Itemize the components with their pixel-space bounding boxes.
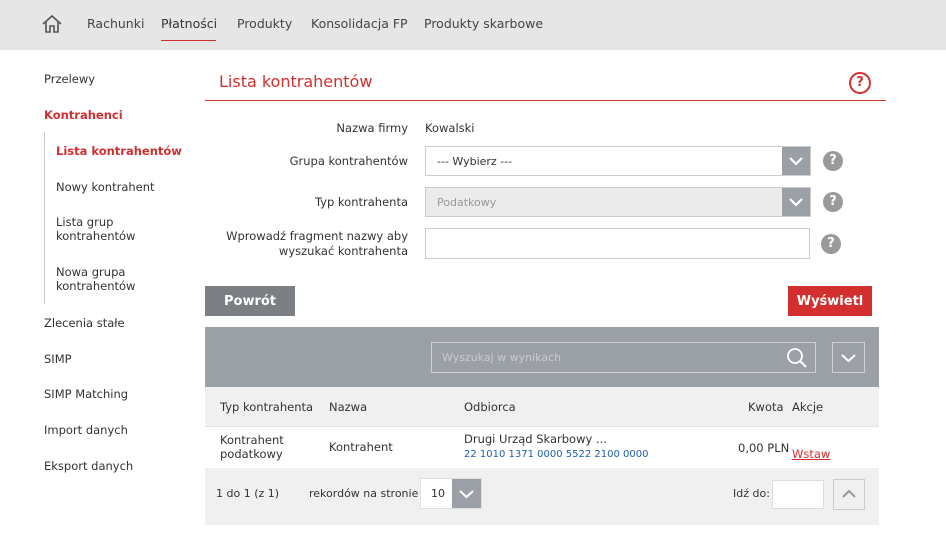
column-header-actions: Akcje [792, 400, 824, 414]
active-tab-indicator [161, 40, 216, 41]
column-header-recipient[interactable]: Odbiorca [464, 400, 516, 414]
page-title: Lista kontrahentów [219, 72, 373, 91]
group-select[interactable]: --- Wybierz --- [425, 146, 811, 176]
contractor-search-input[interactable] [425, 228, 810, 259]
grid-search-placeholder: Wyszukaj w wynikach [442, 351, 562, 364]
search-icon[interactable] [785, 346, 809, 370]
chevron-down-icon[interactable] [782, 188, 810, 216]
type-label: Typ kontrahenta [314, 195, 408, 209]
type-select-value: Podatkowy [437, 196, 497, 209]
chevron-down-icon[interactable] [782, 147, 810, 175]
grid-search-input[interactable]: Wyszukaj w wynikach [431, 342, 816, 373]
chevron-up-icon [842, 489, 856, 498]
per-page-value: 10 [431, 487, 445, 500]
column-header-type[interactable]: Typ kontrahenta [220, 400, 313, 414]
per-page-label: rekordów na stronie [309, 487, 419, 500]
company-name-value: Kowalski [425, 121, 475, 135]
per-page-select[interactable]: 10 [420, 478, 482, 509]
back-button[interactable]: Powrót [205, 286, 295, 316]
chevron-down-icon [841, 354, 856, 363]
show-button[interactable]: Wyświetl [788, 286, 872, 316]
sidebar-item-simp[interactable]: SIMP [44, 352, 72, 366]
topnav-produkty-skarbowe[interactable]: Produkty skarbowe [424, 16, 543, 31]
sidebar-item-lista-grup[interactable]: Lista grup kontrahentów [56, 215, 146, 243]
help-icon[interactable]: ? [823, 192, 843, 212]
topnav-rachunki[interactable]: Rachunki [87, 16, 144, 31]
cell-account-number: 22 1010 1371 0000 5522 2100 0000 [464, 449, 649, 460]
grid-expand-button[interactable] [832, 342, 865, 373]
column-header-name[interactable]: Nazwa [329, 400, 367, 414]
sidebar-submenu-line [44, 132, 45, 304]
topnav-platnosci[interactable]: Płatności [161, 16, 217, 31]
sidebar-item-simp-matching[interactable]: SIMP Matching [44, 387, 128, 401]
company-name-label: Nazwa firmy [336, 121, 408, 135]
goto-label: Idź do: [733, 487, 770, 500]
sidebar-item-zlecenia-stale[interactable]: Zlecenia stałe [44, 316, 125, 330]
insert-link[interactable]: Wstaw [792, 447, 830, 461]
sidebar-item-import[interactable]: Import danych [44, 423, 128, 437]
cell-recipient: Drugi Urząd Skarbowy ... [464, 432, 607, 446]
type-select[interactable]: Podatkowy [425, 187, 811, 217]
topnav-konsolidacja[interactable]: Konsolidacja FP [311, 16, 408, 31]
cell-type-line2: podatkowy [220, 447, 283, 461]
search-label-line2: wyszukać kontrahenta [278, 244, 408, 258]
title-divider [205, 100, 886, 101]
scroll-top-button[interactable] [833, 479, 865, 510]
sidebar-item-kontrahenci[interactable]: Kontrahenci [44, 108, 123, 122]
home-icon[interactable] [40, 12, 64, 36]
cell-amount: 0,00 PLN [738, 441, 790, 455]
search-label-line1: Wprowadź fragment nazwy aby [226, 229, 408, 243]
topnav-produkty[interactable]: Produkty [237, 16, 292, 31]
sidebar-item-nowa-grupa[interactable]: Nowa grupa kontrahentów [56, 265, 146, 293]
sidebar-item-eksport[interactable]: Eksport danych [44, 459, 133, 473]
help-icon[interactable]: ? [821, 234, 841, 254]
group-select-value: --- Wybierz --- [437, 155, 513, 168]
help-icon[interactable]: ? [823, 151, 843, 171]
group-label: Grupa kontrahentów [289, 154, 408, 168]
column-header-amount[interactable]: Kwota [748, 400, 784, 414]
sidebar-item-nowy-kontrahent[interactable]: Nowy kontrahent [56, 180, 155, 194]
help-icon[interactable]: ? [849, 72, 871, 94]
chevron-down-icon[interactable] [452, 479, 481, 508]
sidebar-item-lista-kontrahentow[interactable]: Lista kontrahentów [56, 144, 182, 158]
sidebar-item-przelewy[interactable]: Przelewy [44, 72, 95, 86]
cell-type-line1: Kontrahent [220, 433, 284, 447]
cell-name: Kontrahent [329, 440, 393, 454]
pagination-range: 1 do 1 (z 1) [216, 487, 280, 500]
goto-page-input[interactable] [772, 480, 824, 509]
